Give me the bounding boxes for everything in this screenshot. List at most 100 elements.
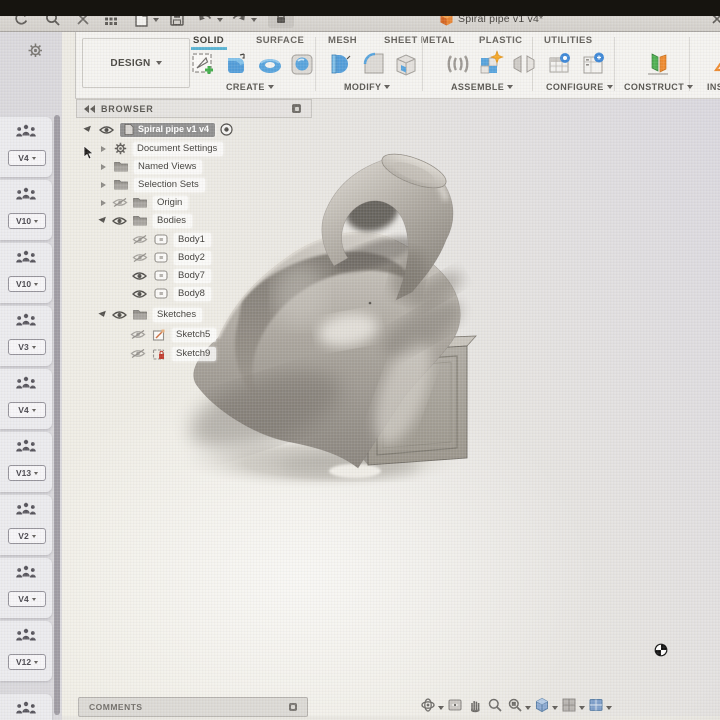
- collapse-panel-icon[interactable]: [84, 105, 96, 113]
- tree-row-sketches[interactable]: Sketches: [99, 306, 202, 323]
- gear-icon[interactable]: [27, 42, 44, 59]
- tab-sheet-metal[interactable]: SHEET METAL: [384, 35, 455, 46]
- tree-row-named-views[interactable]: Named Views: [101, 158, 202, 175]
- root-document-chip[interactable]: Spiral pipe v1 v4: [120, 123, 215, 137]
- group-modify[interactable]: MODIFY: [344, 82, 390, 92]
- construct-plane-icon[interactable]: [644, 50, 672, 78]
- history-item[interactable]: V10: [0, 243, 52, 303]
- display-settings-icon[interactable]: [534, 697, 550, 713]
- tree-row-body2[interactable]: Body2: [132, 249, 211, 266]
- sweep-icon[interactable]: [256, 50, 284, 78]
- history-item[interactable]: V4: [0, 117, 52, 177]
- group-configure[interactable]: CONFIGURE: [546, 82, 613, 92]
- tab-utilities[interactable]: UTILITIES: [544, 35, 592, 46]
- eye-visible-icon[interactable]: [112, 310, 127, 320]
- fit-icon[interactable]: [507, 697, 523, 713]
- expander-expanded-icon[interactable]: [98, 311, 107, 318]
- orbit-caret[interactable]: [438, 706, 444, 710]
- version-badge[interactable]: V10: [8, 276, 46, 292]
- viewports-icon[interactable]: [588, 697, 604, 713]
- group-construct[interactable]: CONSTRUCT: [624, 82, 693, 92]
- shell-icon[interactable]: [392, 50, 420, 78]
- undo-caret[interactable]: [217, 18, 223, 22]
- fillet-icon[interactable]: [360, 50, 388, 78]
- press-pull-icon[interactable]: [326, 50, 354, 78]
- group-inspect[interactable]: INSPECT: [707, 82, 720, 92]
- tree-row-body1[interactable]: Body1: [132, 231, 211, 248]
- version-badge[interactable]: V12: [8, 654, 46, 670]
- tree-row-selection-sets[interactable]: Selection Sets: [101, 176, 205, 193]
- eye-visible-icon[interactable]: [132, 271, 147, 281]
- configuration-table-icon[interactable]: [546, 50, 574, 78]
- tree-row-origin[interactable]: Origin: [101, 194, 188, 211]
- tree-row-sketch5[interactable]: Sketch5: [130, 326, 216, 343]
- eye-hidden-icon[interactable]: [130, 329, 146, 340]
- configuration-insert-icon[interactable]: [580, 50, 608, 78]
- history-item[interactable]: V13: [0, 432, 52, 492]
- history-item[interactable]: V4: [0, 558, 52, 618]
- comments-options-icon[interactable]: [289, 703, 297, 711]
- create-sketch-icon[interactable]: [189, 50, 217, 78]
- version-badge[interactable]: V4: [8, 402, 46, 418]
- history-item[interactable]: [0, 694, 52, 720]
- group-assemble[interactable]: ASSEMBLE: [451, 82, 513, 92]
- group-create[interactable]: CREATE: [226, 82, 274, 92]
- comments-bar[interactable]: COMMENTS: [78, 697, 308, 717]
- look-at-icon[interactable]: [447, 697, 463, 713]
- tree-row-body8[interactable]: Body8: [132, 285, 211, 302]
- expander-collapsed-icon[interactable]: [101, 182, 106, 188]
- tree-row-sketch9[interactable]: Sketch9: [130, 345, 216, 362]
- eye-hidden-icon[interactable]: [112, 197, 128, 208]
- version-badge[interactable]: V4: [8, 591, 46, 607]
- history-item[interactable]: V3: [0, 306, 52, 366]
- zoom-icon[interactable]: [487, 697, 503, 713]
- expander-collapsed-icon[interactable]: [101, 146, 106, 152]
- eye-hidden-icon[interactable]: [132, 234, 148, 245]
- pan-icon[interactable]: [467, 697, 483, 713]
- eye-visible-icon[interactable]: [132, 289, 147, 299]
- tab-solid[interactable]: SOLID: [193, 35, 224, 46]
- expander-expanded-icon[interactable]: [98, 217, 107, 224]
- revolve-icon[interactable]: [288, 50, 316, 78]
- new-component-icon[interactable]: [476, 50, 504, 78]
- history-item[interactable]: V4: [0, 369, 52, 429]
- viewports-caret[interactable]: [606, 706, 612, 710]
- tree-row-bodies[interactable]: Bodies: [99, 212, 192, 229]
- orbit-icon[interactable]: [420, 697, 436, 713]
- extrude-icon[interactable]: [222, 50, 250, 78]
- tab-mesh[interactable]: MESH: [328, 35, 357, 46]
- version-badge[interactable]: V10: [8, 213, 46, 229]
- grid-layout-icon[interactable]: [561, 697, 577, 713]
- browser-header[interactable]: BROWSER: [76, 99, 312, 118]
- inspect-measure-icon[interactable]: [712, 50, 720, 78]
- spiral-pipe-model[interactable]: [150, 140, 510, 510]
- eye-hidden-icon[interactable]: [130, 348, 146, 359]
- new-file-caret[interactable]: [153, 18, 159, 22]
- expander-collapsed-icon[interactable]: [101, 164, 106, 170]
- joint-icon[interactable]: [444, 50, 472, 78]
- eye-hidden-icon[interactable]: [132, 252, 148, 263]
- eye-visible-icon[interactable]: [99, 125, 114, 135]
- tree-root-row[interactable]: Spiral pipe v1 v4: [84, 121, 233, 138]
- tab-plastic[interactable]: PLASTIC: [479, 35, 522, 46]
- design-menu[interactable]: DESIGN: [82, 38, 190, 88]
- radio-selected-icon[interactable]: [220, 123, 233, 136]
- history-item[interactable]: V12: [0, 621, 52, 681]
- display-settings-caret[interactable]: [552, 706, 558, 710]
- history-item[interactable]: V10: [0, 180, 52, 240]
- history-item[interactable]: V2: [0, 495, 52, 555]
- tree-row-body7[interactable]: Body7: [132, 267, 211, 284]
- version-badge[interactable]: V2: [8, 528, 46, 544]
- tab-surface[interactable]: SURFACE: [256, 35, 304, 46]
- tree-row-document-settings[interactable]: Document Settings: [101, 140, 223, 157]
- grid-layout-caret[interactable]: [579, 706, 585, 710]
- eye-visible-icon[interactable]: [112, 216, 127, 226]
- panel-options-icon[interactable]: [292, 104, 301, 113]
- history-scrollbar[interactable]: [54, 115, 60, 715]
- expander-expanded-icon[interactable]: [83, 126, 92, 133]
- fit-caret[interactable]: [525, 706, 531, 710]
- redo-caret[interactable]: [251, 18, 257, 22]
- mirror-icon[interactable]: [510, 50, 538, 78]
- version-badge[interactable]: V3: [8, 339, 46, 355]
- version-badge[interactable]: V4: [8, 150, 46, 166]
